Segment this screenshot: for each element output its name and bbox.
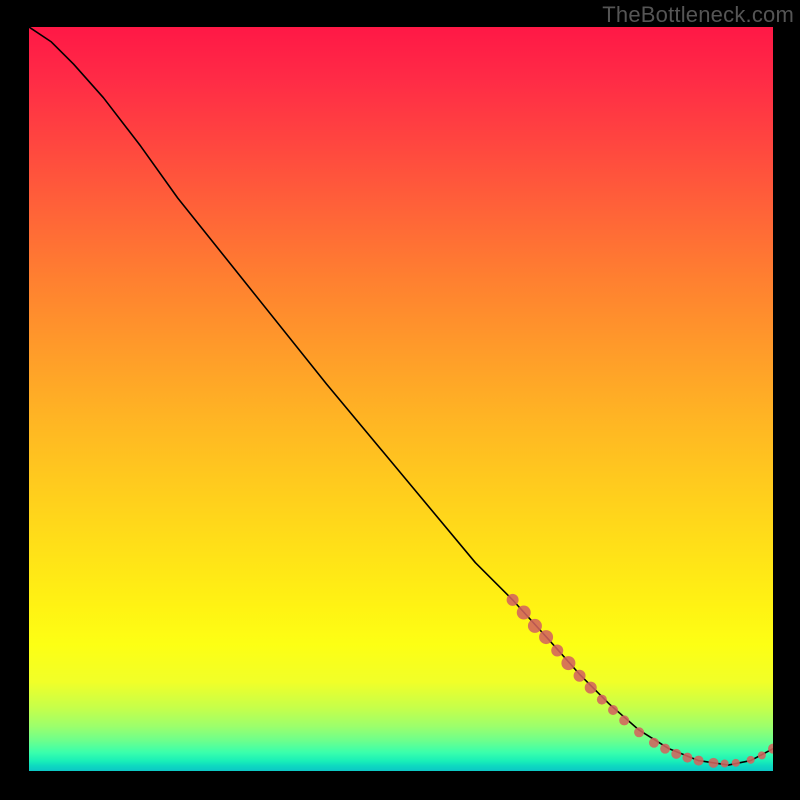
watermark-text: TheBottleneck.com [602, 2, 794, 28]
chart-svg-overlay [29, 27, 773, 771]
marker-point [694, 756, 704, 766]
marker-point [708, 758, 718, 768]
marker-point [561, 656, 575, 670]
marker-group [507, 594, 773, 768]
marker-point [649, 738, 659, 748]
marker-point [634, 727, 644, 737]
marker-point [551, 644, 563, 656]
marker-point [758, 751, 766, 759]
marker-point [539, 630, 553, 644]
marker-point [608, 705, 618, 715]
marker-point [574, 670, 586, 682]
chart-container: TheBottleneck.com [0, 0, 800, 800]
marker-point [732, 759, 740, 767]
marker-point [585, 682, 597, 694]
marker-point [517, 606, 531, 620]
marker-point [747, 756, 755, 764]
marker-point [619, 715, 629, 725]
marker-point [507, 594, 519, 606]
marker-point [597, 695, 607, 705]
marker-point [660, 744, 670, 754]
marker-point [721, 760, 729, 768]
marker-point [768, 744, 773, 754]
marker-point [528, 619, 542, 633]
primary-curve [29, 27, 773, 765]
marker-point [671, 749, 681, 759]
marker-point [682, 753, 692, 763]
